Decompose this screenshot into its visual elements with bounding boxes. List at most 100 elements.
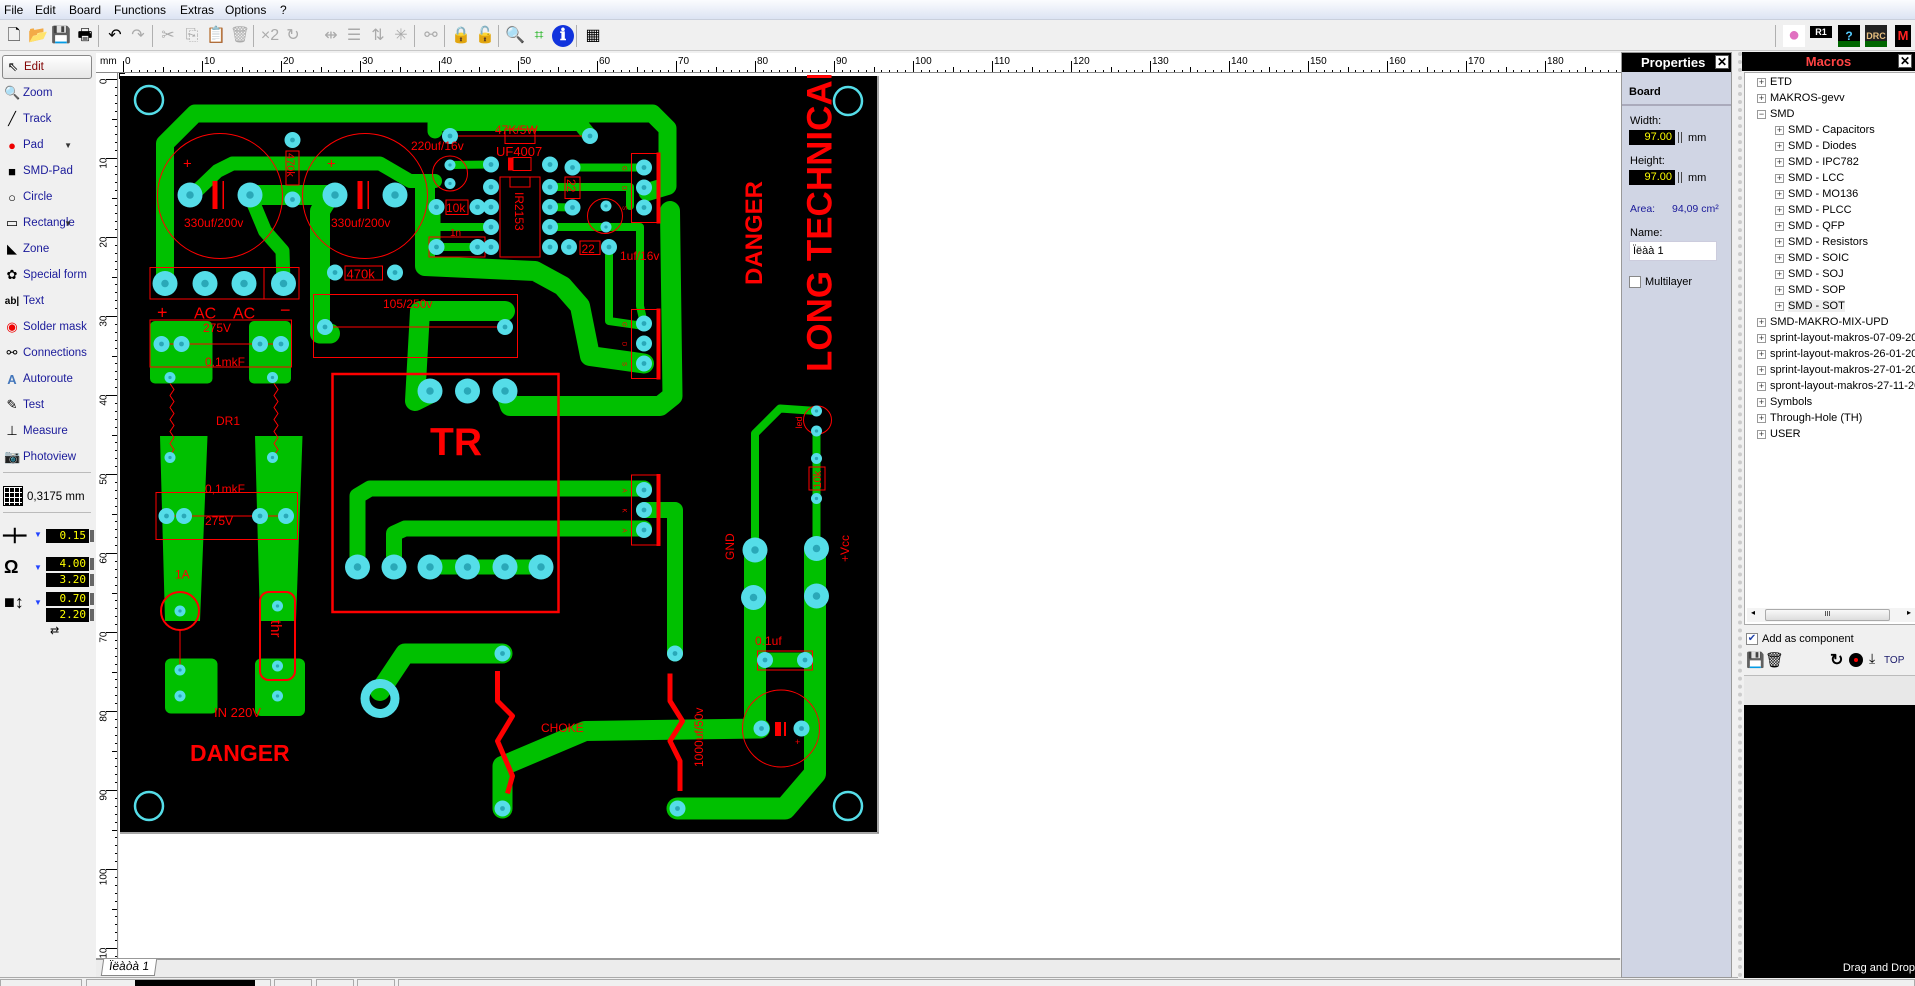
rotate-icon[interactable]: ↻ bbox=[282, 25, 304, 47]
expand-icon[interactable]: + bbox=[1775, 205, 1784, 215]
layer-label[interactable]: TOP bbox=[1884, 655, 1904, 666]
delete-icon[interactable]: 🗑 bbox=[229, 25, 251, 47]
macro-tree-item[interactable]: + MAKROS-gevv bbox=[1757, 92, 1845, 104]
save-macro-icon[interactable]: 💾 bbox=[1746, 651, 1765, 669]
swap-icon[interactable]: ⇄ bbox=[50, 624, 59, 637]
mirror-icon[interactable]: ⇹ bbox=[320, 25, 342, 47]
flip-icon[interactable]: ⇅ bbox=[367, 25, 389, 47]
menu-board[interactable]: Board bbox=[69, 3, 101, 17]
track-width-field[interactable]: 0.15 bbox=[46, 529, 89, 543]
macro-tree-item[interactable]: + SMD - SOJ bbox=[1775, 268, 1844, 280]
pcb-board[interactable]: 330uf/200v 330uf/200v + + 470k 47K/5W 22… bbox=[119, 75, 879, 835]
align-icon[interactable]: ☰ bbox=[343, 25, 365, 47]
smd-width-spinner[interactable] bbox=[90, 593, 94, 605]
expand-icon[interactable]: + bbox=[1775, 157, 1784, 167]
drc-icon[interactable]: DRC bbox=[1865, 25, 1887, 47]
smd-height-field[interactable]: 2.20 bbox=[46, 608, 89, 622]
expand-icon[interactable]: + bbox=[1775, 141, 1784, 151]
smd-height-spinner[interactable] bbox=[90, 609, 94, 621]
info-icon[interactable]: ℹ bbox=[552, 25, 574, 47]
tool-solder-mask[interactable]: ◉ Solder mask bbox=[2, 315, 92, 339]
pad-size-dropdown[interactable]: ▼ bbox=[34, 563, 42, 572]
expand-icon[interactable]: + bbox=[1757, 397, 1766, 407]
pad-record-icon[interactable] bbox=[1849, 653, 1863, 667]
tool-track[interactable]: ╱ Track bbox=[2, 107, 92, 131]
lock-icon[interactable]: 🔒 bbox=[450, 25, 472, 47]
tool-pad[interactable]: ● Pad ▼ bbox=[2, 133, 92, 157]
grid-icon[interactable] bbox=[3, 486, 23, 506]
collapse-icon[interactable]: − bbox=[1757, 109, 1766, 119]
horizontal-scrollbar[interactable]: ◂ III ▸ bbox=[1747, 608, 1915, 622]
help-board-icon[interactable]: ? bbox=[1838, 25, 1860, 47]
undo-icon[interactable]: ↶ bbox=[104, 25, 126, 47]
macro-tree-item[interactable]: + SMD - LCC bbox=[1775, 172, 1844, 184]
macro-tree-item[interactable]: + sprint-layout-makros-07-09-201 bbox=[1757, 332, 1915, 344]
crop-icon[interactable]: ⌗ bbox=[528, 25, 550, 47]
height-spinner[interactable] bbox=[1678, 172, 1682, 183]
new-file-icon[interactable]: 🗋 bbox=[3, 25, 25, 47]
expand-icon[interactable]: + bbox=[1775, 189, 1784, 199]
place-layer-icon[interactable]: ⤓ bbox=[1869, 650, 1875, 667]
chevron-down-icon[interactable]: ▼ bbox=[64, 141, 72, 150]
menu-functions[interactable]: Functions bbox=[114, 3, 166, 17]
track-width-spinner[interactable] bbox=[90, 530, 94, 542]
expand-icon[interactable]: + bbox=[1757, 349, 1766, 359]
macro-tree-item[interactable]: + SMD - Diodes bbox=[1775, 140, 1856, 152]
connection-icon[interactable]: ⚯ bbox=[420, 25, 442, 47]
layout-canvas[interactable]: 330uf/200v 330uf/200v + + 470k 47K/5W 22… bbox=[119, 73, 1621, 958]
board-width-field[interactable]: 97.00 bbox=[1629, 130, 1675, 145]
menu-file[interactable]: File bbox=[4, 3, 23, 17]
menu-options[interactable]: Options bbox=[225, 3, 266, 17]
macro-m-icon[interactable]: M bbox=[1895, 25, 1911, 47]
macro-tree-item[interactable]: + ETD bbox=[1757, 76, 1792, 88]
pad-ring-icon[interactable]: ● bbox=[1783, 25, 1805, 47]
close-properties-button[interactable]: ✕ bbox=[1715, 55, 1729, 69]
pad-inner-field[interactable]: 3.20 bbox=[46, 573, 89, 587]
tool-circle[interactable]: ○ Circle bbox=[2, 185, 92, 209]
smd-width-field[interactable]: 0.70 bbox=[46, 592, 89, 606]
scroll-left-arrow[interactable]: ◂ bbox=[1751, 608, 1755, 617]
width-spinner[interactable] bbox=[1678, 132, 1682, 143]
expand-icon[interactable]: + bbox=[1757, 365, 1766, 375]
expand-icon[interactable]: + bbox=[1775, 237, 1784, 247]
redo-icon[interactable]: ↷ bbox=[127, 25, 149, 47]
expand-icon[interactable]: + bbox=[1757, 381, 1766, 391]
tool-connections[interactable]: ⚯ Connections bbox=[2, 341, 92, 365]
menu-extras[interactable]: Extras bbox=[180, 3, 214, 17]
macro-tree-item[interactable]: + SMD - QFP bbox=[1775, 220, 1845, 232]
macro-tree-item[interactable]: + SMD-MAKRO-MIX-UPD bbox=[1757, 316, 1889, 328]
expand-icon[interactable]: + bbox=[1757, 333, 1766, 343]
expand-icon[interactable]: + bbox=[1757, 317, 1766, 327]
macro-tree-item[interactable]: + Symbols bbox=[1757, 396, 1812, 408]
document-tab[interactable]: Ïëàòà 1 bbox=[100, 959, 158, 976]
macro-tree-item[interactable]: + SMD - Resistors bbox=[1775, 236, 1868, 248]
macro-tree-item[interactable]: + SMD - PLCC bbox=[1775, 204, 1852, 216]
macro-tree-item[interactable]: + sprint-layout-makros-26-01-201 bbox=[1757, 348, 1915, 360]
pad-outer-spinner[interactable] bbox=[90, 558, 94, 570]
print-icon[interactable]: 🖶 bbox=[74, 25, 96, 47]
save-icon[interactable]: 💾 bbox=[50, 25, 72, 47]
expand-icon[interactable]: + bbox=[1775, 125, 1784, 135]
tool-measure[interactable]: ⊥ Measure bbox=[2, 419, 92, 443]
center-icon[interactable]: ✳ bbox=[390, 25, 412, 47]
macro-tree-item[interactable]: + SMD - IPC782 bbox=[1775, 156, 1859, 168]
pad-outer-field[interactable]: 4.00 bbox=[46, 557, 89, 571]
tool-photoview[interactable]: 📷 Photoview bbox=[2, 445, 92, 469]
expand-icon[interactable]: + bbox=[1757, 413, 1766, 423]
expand-icon[interactable]: + bbox=[1775, 173, 1784, 183]
unlock-icon[interactable]: 🔓 bbox=[474, 25, 496, 47]
menu-help[interactable]: ? bbox=[280, 3, 287, 17]
macro-tree-item[interactable]: + sprint-layout-makros-27-01-201 bbox=[1757, 364, 1915, 376]
tool-zone[interactable]: ◣ Zone bbox=[2, 237, 92, 261]
scrollbar-thumb[interactable]: III bbox=[1765, 609, 1890, 621]
grid-chip-icon[interactable]: ▦ bbox=[582, 25, 604, 47]
tool-edit[interactable]: ⇖ Edit bbox=[2, 55, 92, 79]
r1-icon[interactable]: R1 bbox=[1810, 26, 1832, 38]
expand-icon[interactable]: + bbox=[1775, 269, 1784, 279]
tool-rectangle[interactable]: ▭ Rectangle ▼ bbox=[2, 211, 92, 235]
smd-size-dropdown[interactable]: ▼ bbox=[34, 598, 42, 607]
tool-text[interactable]: ab| Text bbox=[2, 289, 92, 313]
macro-preview[interactable]: Drag and Drop bbox=[1744, 705, 1915, 978]
macro-tree-item[interactable]: + SMD - SOP bbox=[1775, 284, 1845, 296]
board-height-field[interactable]: 97.00 bbox=[1629, 170, 1675, 185]
